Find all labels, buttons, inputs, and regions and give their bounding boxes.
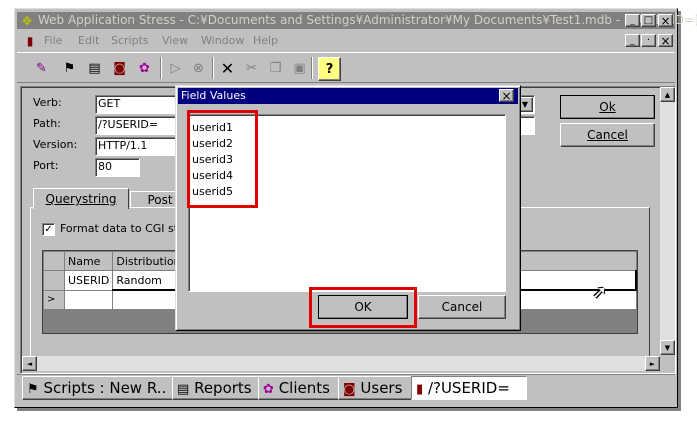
- verb-label: Verb:: [33, 96, 62, 109]
- version-value: HTTP/1.1: [98, 139, 148, 152]
- report-icon: ▤: [177, 382, 190, 397]
- window-tab-clients[interactable]: ✿ Clients: [258, 376, 342, 400]
- menu-view[interactable]: View: [162, 33, 188, 49]
- paste-icon[interactable]: ▣: [288, 56, 311, 80]
- format-checkbox-label: Format data to CGI sta: [60, 222, 185, 235]
- dialog-close-button[interactable]: ×: [499, 89, 514, 103]
- horizontal-scrollbar[interactable]: [22, 356, 660, 371]
- window-tab-label: Scripts : New R..: [43, 379, 167, 397]
- checkered-flag-icon[interactable]: ⚑: [58, 56, 81, 80]
- window-title: Web Application Stress - C:¥Documents an…: [38, 13, 697, 27]
- grid-cell-name[interactable]: USERID: [63, 270, 114, 291]
- checkered-flag-icon: ⚑: [27, 382, 39, 397]
- vertical-scrollbar[interactable]: [660, 87, 675, 355]
- delete-icon[interactable]: ✕: [216, 56, 239, 80]
- scroll-left-button[interactable]: ◄: [22, 356, 37, 371]
- window-maximize-button[interactable]: □: [641, 14, 656, 27]
- scroll-right-button[interactable]: ►: [645, 356, 660, 371]
- window-tab-label: Clients: [278, 379, 330, 397]
- menu-edit[interactable]: Edit: [78, 33, 99, 49]
- help-icon[interactable]: ?: [318, 57, 341, 81]
- grid-header-name[interactable]: Name: [63, 251, 114, 271]
- dialog-cancel-label: Cancel: [441, 300, 483, 314]
- dialog-title: Field Values: [181, 89, 246, 102]
- mdi-close-button[interactable]: ×: [658, 34, 673, 48]
- users-icon[interactable]: ◙: [108, 56, 131, 80]
- new-script-icon[interactable]: ✎: [30, 56, 53, 80]
- ok-button[interactable]: Ok: [560, 95, 655, 119]
- menu-window[interactable]: Window: [201, 33, 244, 49]
- grid-row-header: [43, 270, 65, 291]
- format-checkbox[interactable]: ✓: [42, 223, 55, 236]
- window-tab-label: /?USERID=: [427, 379, 510, 397]
- report-icon[interactable]: ▤: [83, 56, 106, 80]
- toolbar-separator: [212, 57, 214, 79]
- tab-post-label: Post: [147, 193, 173, 207]
- window-tab-label: Users: [360, 379, 403, 397]
- tab-querystring[interactable]: Querystring: [33, 188, 129, 209]
- path-value: /?USERID=: [98, 118, 159, 131]
- mdi-restore-button[interactable]: ·: [641, 34, 656, 47]
- window-minimize-button[interactable]: _: [625, 14, 640, 27]
- window-tab-users[interactable]: ◙ Users: [338, 376, 415, 400]
- window-tab-label: Reports: [194, 379, 252, 397]
- values-highlight-box: [187, 110, 258, 208]
- users-icon: ◙: [343, 382, 356, 397]
- menu-help[interactable]: Help: [253, 33, 278, 49]
- window-tab-script-active[interactable]: ▮ /?USERID=: [411, 376, 527, 400]
- scroll-up-button[interactable]: ▲: [660, 87, 675, 102]
- port-value: 80: [98, 160, 112, 173]
- dialog-cancel-button[interactable]: Cancel: [418, 295, 506, 319]
- menu-file[interactable]: File: [44, 33, 62, 49]
- version-label: Version:: [33, 138, 78, 151]
- port-label: Port:: [33, 159, 59, 172]
- path-label: Path:: [33, 117, 61, 130]
- toolbar-separator: [160, 57, 162, 79]
- clients-icon[interactable]: ✿: [133, 56, 156, 80]
- window-tab-reports[interactable]: ▤ Reports: [172, 376, 262, 400]
- copy-icon[interactable]: ❐: [264, 56, 287, 80]
- cancel-button[interactable]: Cancel: [560, 123, 655, 147]
- cancel-button-label: Cancel: [587, 128, 628, 142]
- play-icon[interactable]: ▷: [164, 56, 187, 80]
- mdi-minimize-button[interactable]: _: [625, 34, 640, 47]
- ok-button-label: Ok: [599, 100, 616, 114]
- menu-scripts[interactable]: Scripts: [111, 33, 149, 49]
- cut-icon[interactable]: ✂: [240, 56, 263, 80]
- mouse-cursor-icon: ➚: [592, 282, 608, 303]
- toolbar-separator: [311, 57, 313, 79]
- version-input[interactable]: HTTP/1.1: [95, 137, 185, 156]
- grid-new-row-marker: >: [43, 289, 65, 310]
- app-icon: ✥: [21, 13, 33, 28]
- grid-row-header-corner: [43, 251, 65, 271]
- port-input[interactable]: 80: [95, 158, 140, 177]
- grid-cell-empty[interactable]: [63, 289, 114, 310]
- ok-highlight-box: [309, 287, 417, 328]
- verb-value: GET: [98, 97, 121, 110]
- clients-icon: ✿: [263, 382, 274, 397]
- window-close-button[interactable]: ×: [658, 14, 673, 28]
- script-icon: ▮: [416, 382, 424, 397]
- tab-querystring-label: Querystring: [45, 192, 117, 206]
- mdi-doc-icon: ▮: [26, 34, 34, 48]
- stop-icon[interactable]: ⊗: [187, 56, 210, 80]
- scroll-down-button[interactable]: ▼: [660, 340, 675, 355]
- window-tab-scripts[interactable]: ⚑ Scripts : New R..: [22, 376, 175, 400]
